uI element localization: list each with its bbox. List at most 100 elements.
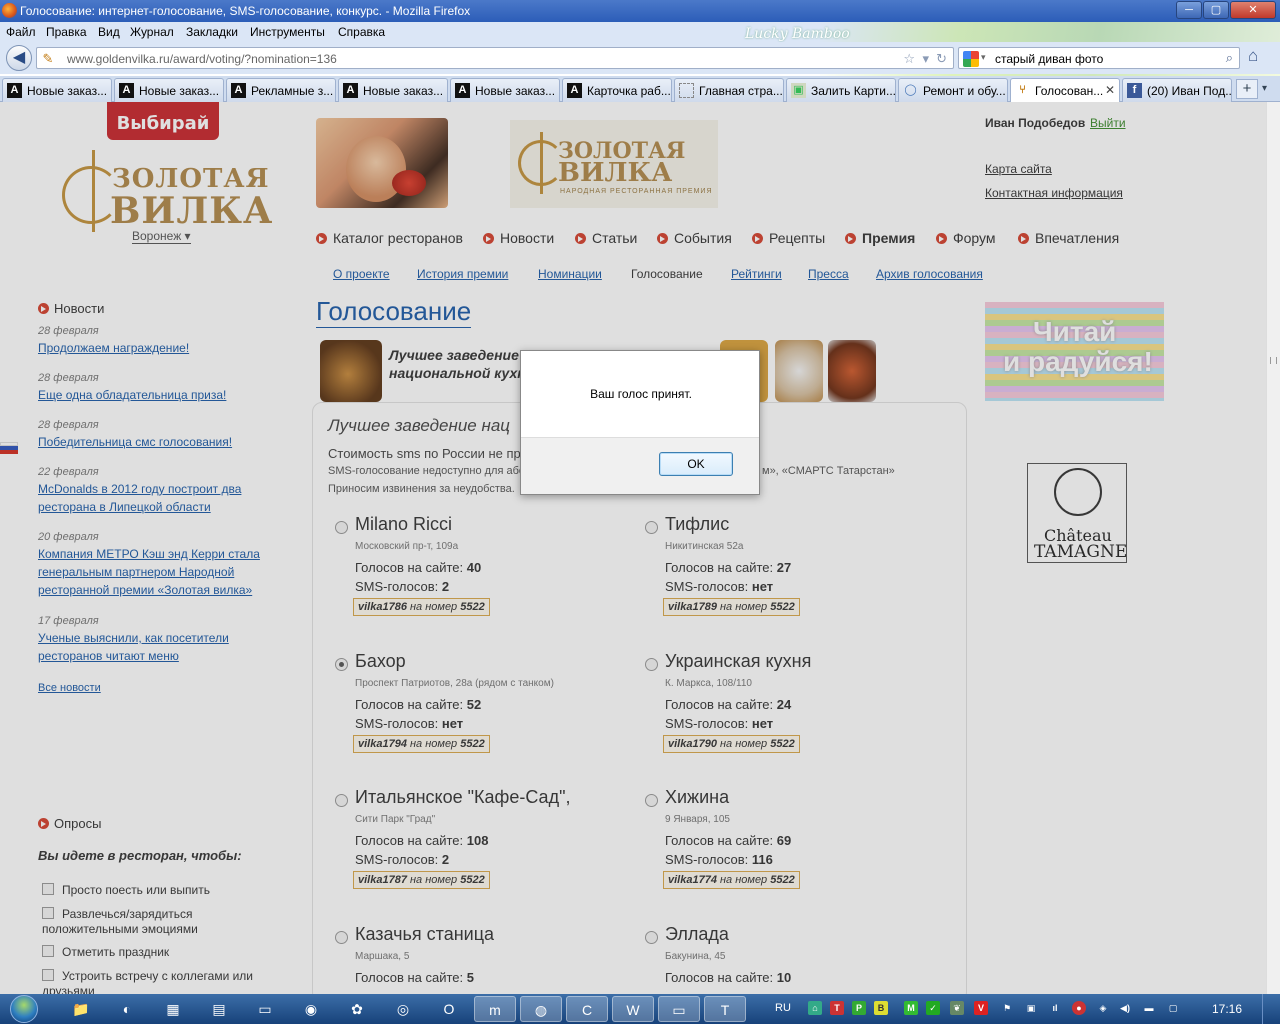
monitor-taskbar-icon[interactable]: ▭ — [658, 996, 700, 1022]
tray-t-icon[interactable]: T — [830, 1001, 844, 1015]
menu-edit[interactable]: Правка — [46, 25, 87, 39]
tray-v-icon[interactable]: V — [974, 1001, 988, 1015]
alert-message: Ваш голос принят. — [590, 387, 692, 401]
tray-app-icon[interactable]: ⌂ — [808, 1001, 822, 1015]
tab-label: Главная стра... — [699, 84, 783, 98]
windows-taskbar: 📁 ◐ ▦ ▤ ▭ ◉ ✿ ◎ O m ◍ C W ▭ T RU ⌂ T P B… — [0, 994, 1280, 1024]
network-taskbar-icon[interactable]: ▭ — [244, 996, 286, 1022]
menu-bar: Файл Правка Вид Журнал Закладки Инструме… — [0, 22, 1280, 42]
browser-taskbar-icon[interactable]: ◎ — [382, 996, 424, 1022]
search-bar[interactable]: ▾ старый диван фото ⌕ — [958, 47, 1240, 69]
tray-flag-icon[interactable]: ⚑ — [1000, 1001, 1014, 1015]
site-identity-icon[interactable]: ✎ — [39, 50, 57, 68]
scrollbar-grip[interactable] — [1270, 357, 1277, 364]
window-title: Голосование: интернет-голосование, SMS-г… — [20, 4, 471, 18]
language-flag-icon[interactable]: ▬ — [1142, 1001, 1156, 1015]
save-taskbar-icon[interactable]: ▤ — [198, 996, 240, 1022]
tray-display-icon[interactable]: ▣ — [1024, 1001, 1038, 1015]
alert-dialog: Ваш голос принят. OK — [520, 350, 760, 495]
tab-10-active[interactable]: ⑂ Голосован... ✕ — [1010, 78, 1120, 103]
tab-list-icon[interactable]: ▾ — [1262, 83, 1267, 94]
tray-monitor-icon[interactable]: ▢ — [1166, 1001, 1180, 1015]
tab-favicon-icon: A — [119, 83, 134, 98]
menu-file[interactable]: Файл — [6, 25, 36, 39]
url-text[interactable]: www.goldenvilka.ru/award/voting/?nominat… — [67, 52, 337, 66]
navigation-toolbar: ◀ ✎ www.goldenvilka.ru/award/voting/?nom… — [0, 42, 1280, 74]
app-taskbar-icon[interactable]: ◐ — [106, 996, 148, 1022]
search-input[interactable]: старый диван фото — [995, 52, 1103, 66]
fork-favicon-icon: ⑂ — [1019, 84, 1026, 96]
tray-red-icon[interactable]: ● — [1072, 1001, 1086, 1015]
ok-button[interactable]: OK — [659, 452, 733, 476]
tab-3[interactable]: A Рекламные з... — [226, 78, 336, 102]
opera-taskbar-icon[interactable]: O — [428, 996, 470, 1022]
search-engine-dropdown-icon[interactable]: ▾ — [981, 52, 986, 63]
tab-bar: A Новые заказ... A Новые заказ... A Рекламн… — [0, 76, 1280, 103]
tab-label: Новые заказ... — [363, 84, 444, 98]
search-icon[interactable]: ⌕ — [1226, 50, 1233, 66]
tab-6[interactable]: A Карточка раб... — [562, 78, 672, 102]
menu-history[interactable]: Журнал — [130, 25, 174, 39]
firefox-taskbar-icon[interactable]: ◍ — [520, 996, 562, 1022]
tray-net-icon[interactable]: ◈ — [1096, 1001, 1110, 1015]
persona-name: Lucky Bamboo — [745, 26, 850, 42]
tab-1[interactable]: A Новые заказ... — [2, 78, 112, 102]
page-scrollbar[interactable] — [1266, 102, 1280, 994]
show-desktop-button[interactable] — [1262, 994, 1280, 1024]
tab-4[interactable]: A Новые заказ... — [338, 78, 448, 102]
tab-label: Новые заказ... — [475, 84, 556, 98]
url-bar[interactable]: ✎ www.goldenvilka.ru/award/voting/?nomin… — [36, 47, 954, 69]
tab-2[interactable]: A Новые заказ... — [114, 78, 224, 102]
chat-bubble-icon: ◯ — [904, 84, 917, 96]
google-icon[interactable] — [963, 51, 979, 67]
t-app-taskbar-icon[interactable]: T — [704, 996, 746, 1022]
tab-label: Карточка раб... — [587, 84, 671, 98]
close-window-button[interactable]: ✕ — [1230, 1, 1276, 19]
maximize-button[interactable]: ▢ — [1203, 1, 1229, 19]
tray-leaf-icon[interactable]: ❦ — [950, 1001, 964, 1015]
minimize-button[interactable]: ─ — [1176, 1, 1202, 19]
menu-bookmarks[interactable]: Закладки — [186, 25, 238, 39]
volume-icon[interactable]: ◀) — [1118, 1001, 1132, 1015]
tab-favicon-icon: A — [567, 83, 582, 98]
new-tab-button[interactable]: + — [1236, 79, 1258, 99]
tab-label: Залить Карти... — [811, 84, 896, 98]
chrome-taskbar-icon[interactable]: ◉ — [290, 996, 332, 1022]
menu-tools[interactable]: Инструменты — [250, 25, 325, 39]
firefox-icon — [2, 3, 17, 18]
tab-11[interactable]: f (20) Иван Под... — [1122, 78, 1232, 102]
reload-icon[interactable]: ↻ — [936, 51, 947, 67]
bookmark-star-icon[interactable]: ☆ — [903, 51, 915, 67]
start-button[interactable] — [4, 994, 46, 1024]
tray-b-icon[interactable]: B — [874, 1001, 888, 1015]
image-upload-icon: ▣ — [791, 83, 806, 98]
tab-7[interactable]: Главная стра... — [674, 78, 784, 102]
window-titlebar: Голосование: интернет-голосование, SMS-г… — [0, 0, 1280, 22]
menu-view[interactable]: Вид — [98, 25, 120, 39]
word-taskbar-icon[interactable]: W — [612, 996, 654, 1022]
clock[interactable]: 17:16 — [1212, 1002, 1242, 1016]
history-dropdown-icon[interactable]: ▾ — [922, 51, 929, 67]
language-indicator[interactable]: RU — [775, 1002, 791, 1014]
tab-9[interactable]: ◯ Ремонт и обу... — [898, 78, 1008, 102]
tab-5[interactable]: A Новые заказ... — [450, 78, 560, 102]
camtasia-taskbar-icon[interactable]: C — [566, 996, 608, 1022]
windows-orb-icon — [10, 995, 38, 1023]
close-tab-icon[interactable]: ✕ — [1105, 83, 1115, 97]
modal-overlay — [0, 102, 1266, 994]
tray-signal-icon[interactable]: ıl — [1048, 1001, 1062, 1015]
menu-help[interactable]: Справка — [338, 25, 385, 39]
tray-p-icon[interactable]: P — [852, 1001, 866, 1015]
tray-check-icon[interactable]: ✓ — [926, 1001, 940, 1015]
tab-8[interactable]: ▣ Залить Карти... — [786, 78, 896, 102]
messenger-taskbar-icon[interactable]: m — [474, 996, 516, 1022]
tray-m-icon[interactable]: M — [904, 1001, 918, 1015]
icq-taskbar-icon[interactable]: ✿ — [336, 996, 378, 1022]
explorer-taskbar-icon[interactable]: 📁 — [60, 996, 102, 1022]
paint-taskbar-icon[interactable]: ▦ — [152, 996, 194, 1022]
back-button[interactable]: ◀ — [6, 45, 32, 71]
alert-footer: OK — [521, 437, 759, 494]
tab-label: Рекламные з... — [251, 84, 334, 98]
tab-label: Новые заказ... — [139, 84, 220, 98]
home-icon[interactable]: ⌂ — [1248, 46, 1258, 66]
